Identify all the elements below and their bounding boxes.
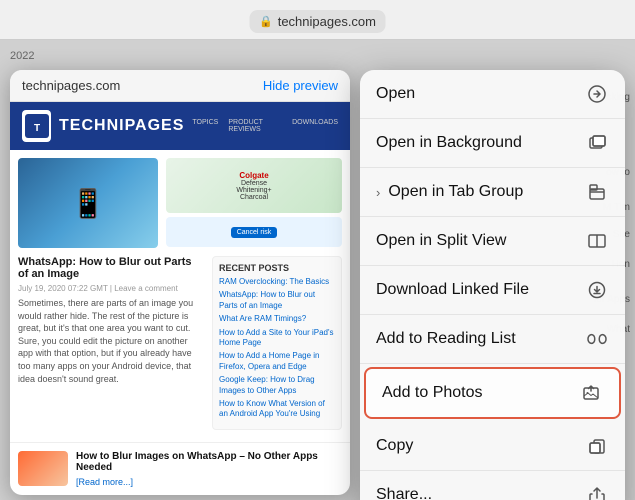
preview-main-image: 📱	[18, 158, 158, 248]
hide-preview-button[interactable]: Hide preview	[263, 78, 338, 93]
preview-header: technipages.com Hide preview	[10, 70, 350, 102]
read-more-link[interactable]: [Read more...]	[76, 477, 342, 487]
preview-popup: technipages.com Hide preview T TECHNIPAG…	[10, 70, 350, 495]
menu-item-open[interactable]: Open	[360, 70, 625, 119]
share-icon	[585, 483, 609, 500]
preview-footer: How to Blur Images on WhatsApp – No Othe…	[10, 442, 350, 495]
preview-domain: technipages.com	[22, 78, 120, 93]
menu-open-tab-group-label: Open in Tab Group	[388, 183, 585, 201]
nav-topics[interactable]: TOPICS	[192, 119, 218, 133]
menu-item-share[interactable]: Share...	[360, 471, 625, 500]
lock-icon: 🔒	[259, 15, 273, 28]
url-text: technipages.com	[278, 14, 376, 29]
menu-item-open-tab-group[interactable]: › Open in Tab Group	[360, 168, 625, 217]
preview-side-image: Colgate Defense Whitening+ Charcoal Canc…	[166, 158, 342, 248]
menu-item-download[interactable]: Download Linked File	[360, 266, 625, 315]
phone-icon: 📱	[71, 187, 106, 220]
recent-posts-title: RECENT POSTS	[219, 263, 335, 273]
recent-post-3[interactable]: What Are RAM Timings?	[219, 314, 335, 324]
copy-icon	[585, 434, 609, 458]
preview-body: 📱 Colgate Defense Whitening+ Charcoal Ca…	[10, 150, 350, 442]
menu-item-open-split-view[interactable]: Open in Split View	[360, 217, 625, 266]
site-logo: T	[22, 110, 51, 142]
url-bar[interactable]: 🔒 technipages.com	[249, 10, 386, 33]
download-icon	[585, 278, 609, 302]
recent-post-4[interactable]: How to Add a Site to Your iPad's Home Pa…	[219, 328, 335, 349]
year-badge: 2022	[10, 50, 34, 62]
menu-reading-list-label: Add to Reading List	[376, 330, 585, 348]
site-name: TECHNIPAGES	[59, 117, 184, 135]
svg-text:T: T	[33, 123, 39, 134]
browser-chrome: 🔒 technipages.com	[0, 0, 635, 40]
menu-share-label: Share...	[376, 486, 585, 500]
footer-text: How to Blur Images on WhatsApp – No Othe…	[76, 451, 342, 487]
footer-image	[18, 451, 68, 486]
nav-reviews[interactable]: PRODUCT REVIEWS	[228, 119, 282, 133]
recent-post-2[interactable]: WhatsApp: How to Blur out Parts of an Im…	[219, 290, 335, 311]
menu-item-reading-list[interactable]: Add to Reading List	[360, 315, 625, 364]
open-tab-group-icon	[585, 180, 609, 204]
site-header: T TECHNIPAGES TOPICS PRODUCT REVIEWS DOW…	[10, 102, 350, 150]
tab-group-arrow: ›	[376, 185, 380, 200]
open-icon	[585, 82, 609, 106]
nav-downloads[interactable]: DOWNLOADS	[292, 119, 338, 133]
menu-open-split-view-label: Open in Split View	[376, 232, 585, 250]
reading-list-icon	[585, 327, 609, 351]
recent-post-5[interactable]: How to Add a Home Page in Firefox, Opera…	[219, 351, 335, 372]
content-area: 2022 cking ow to M Tim Site Hon ther App…	[0, 40, 635, 500]
footer-content: How to Blur Images on WhatsApp – No Othe…	[18, 451, 342, 487]
menu-add-photos-label: Add to Photos	[382, 384, 579, 402]
colgate-ad: Colgate Defense Whitening+ Charcoal	[166, 158, 342, 213]
add-photos-icon	[579, 381, 603, 405]
menu-item-open-background[interactable]: Open in Background	[360, 119, 625, 168]
recent-post-6[interactable]: Google Keep: How to Drag Images to Other…	[219, 375, 335, 396]
menu-copy-label: Copy	[376, 437, 585, 455]
more-articles-title: How to Blur Images on WhatsApp – No Othe…	[76, 451, 342, 473]
site-nav: TOPICS PRODUCT REVIEWS DOWNLOADS	[192, 119, 338, 133]
recent-posts-panel: RECENT POSTS RAM Overclocking: The Basic…	[212, 256, 342, 430]
menu-open-label: Open	[376, 85, 585, 103]
context-menu: Open Open in Background › Open in	[360, 70, 625, 500]
preview-hero: 📱 Colgate Defense Whitening+ Charcoal Ca…	[18, 158, 342, 248]
open-split-view-icon	[585, 229, 609, 253]
recent-post-7[interactable]: How to Know What Version of an Android A…	[219, 399, 335, 420]
menu-download-label: Download Linked File	[376, 281, 585, 299]
recent-post-1[interactable]: RAM Overclocking: The Basics	[219, 277, 335, 287]
menu-item-copy[interactable]: Copy	[360, 422, 625, 471]
ad-button: Cancel risk	[166, 217, 342, 247]
menu-open-background-label: Open in Background	[376, 134, 585, 152]
menu-item-add-photos[interactable]: Add to Photos	[364, 367, 621, 419]
open-background-icon	[585, 131, 609, 155]
